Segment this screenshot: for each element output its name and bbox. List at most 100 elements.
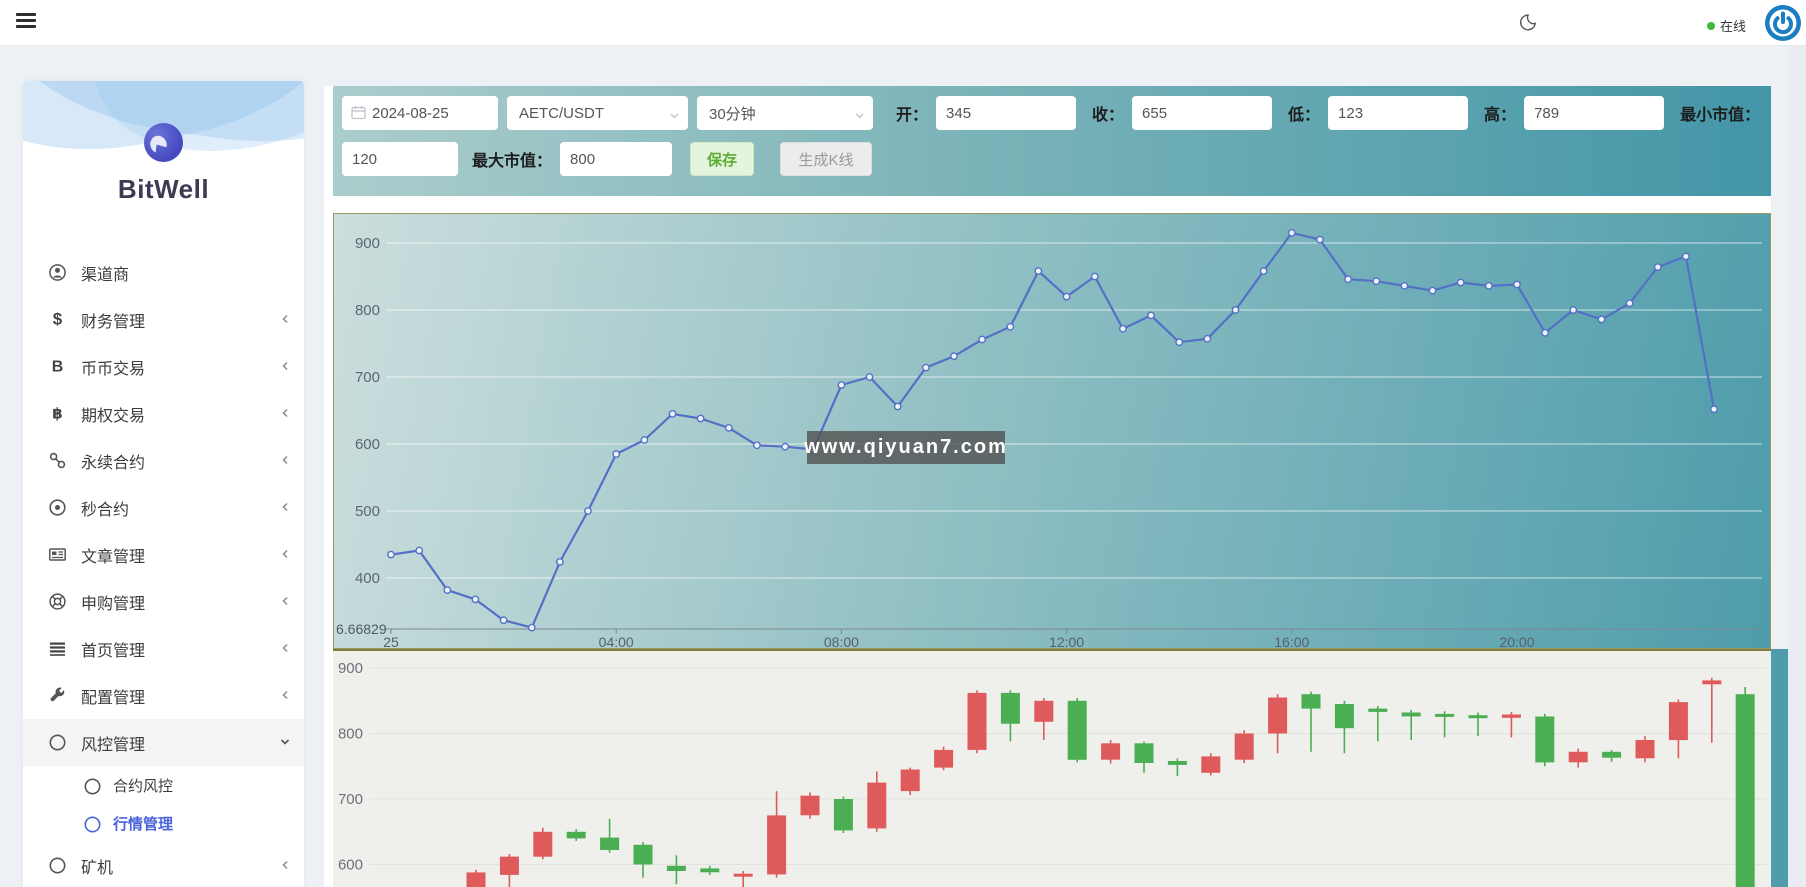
chevron-left-icon bbox=[280, 406, 291, 424]
link-icon bbox=[48, 451, 67, 470]
svg-text:400: 400 bbox=[355, 570, 380, 587]
high-label: 高： bbox=[1484, 101, 1516, 125]
sidebar-subitem-合约风控[interactable]: 合约风控 bbox=[23, 766, 304, 804]
sidebar-logo-block: BitWell bbox=[23, 81, 304, 238]
sidebar-item-5[interactable]: ฿ 期权交易 bbox=[23, 390, 304, 437]
svg-text:6.66829: 6.66829 bbox=[336, 621, 387, 637]
line-chart: 9008007006005004002504:0008:0012:0016:00… bbox=[334, 214, 1770, 648]
svg-text:700: 700 bbox=[338, 791, 363, 808]
sidebar-item-12[interactable]: 风控管理 bbox=[23, 719, 304, 766]
svg-text:20:00: 20:00 bbox=[1499, 634, 1534, 648]
dollar-icon: $ bbox=[48, 310, 67, 329]
chevron-left-icon bbox=[280, 500, 291, 518]
hamburger-menu-icon[interactable] bbox=[16, 13, 38, 31]
letter-b-icon: B bbox=[48, 357, 67, 376]
sidebar-item-11[interactable]: 配置管理 bbox=[23, 672, 304, 719]
lifering-icon bbox=[48, 592, 67, 611]
sidebar-item-8[interactable]: 文章管理 bbox=[23, 531, 304, 578]
brand-logo-icon bbox=[144, 123, 183, 162]
svg-text:500: 500 bbox=[355, 503, 380, 520]
sidebar-item-4[interactable]: B 币币交易 bbox=[23, 343, 304, 390]
chevron-left-icon bbox=[280, 312, 291, 330]
pair-select-value: AETC/USDT bbox=[519, 105, 604, 122]
svg-text:$: $ bbox=[53, 310, 63, 329]
interval-select[interactable]: 30分钟 bbox=[697, 96, 873, 130]
pair-select[interactable]: AETC/USDT bbox=[507, 96, 688, 130]
sidebar-subitem-行情管理[interactable]: 行情管理 bbox=[23, 804, 304, 842]
high-input[interactable] bbox=[1524, 96, 1664, 130]
circle-dot-icon bbox=[48, 498, 67, 517]
bitcoin-icon: ฿ bbox=[48, 404, 67, 423]
chevron-left-icon bbox=[280, 359, 291, 377]
low-label: 低： bbox=[1288, 101, 1320, 125]
sidebar-item-13[interactable]: 矿机 bbox=[23, 842, 304, 887]
svg-text:฿: ฿ bbox=[52, 406, 62, 423]
svg-text:08:00: 08:00 bbox=[824, 634, 859, 648]
sidebar-item-label: 永续合约 bbox=[81, 449, 145, 473]
svg-text:600: 600 bbox=[338, 857, 363, 874]
chevron-left-icon bbox=[280, 594, 291, 612]
max-cap-input[interactable] bbox=[560, 142, 672, 176]
sidebar-item-3[interactable]: $ 财务管理 bbox=[23, 296, 304, 343]
circle-icon bbox=[83, 777, 100, 794]
chevron-down-icon bbox=[669, 108, 680, 125]
generate-kline-button[interactable]: 生成K线 bbox=[780, 142, 872, 176]
logout-power-icon[interactable] bbox=[1763, 3, 1803, 43]
main-content: AETC/USDT 30分钟 开： 收： 低： 高： 最小市值： 最大市值： 保… bbox=[324, 86, 1771, 887]
wrench-icon bbox=[48, 686, 67, 705]
close-label: 收： bbox=[1092, 101, 1124, 125]
newspaper-icon bbox=[48, 545, 67, 564]
dark-mode-moon-icon[interactable] bbox=[1516, 12, 1538, 34]
watermark: www.qiyuan7.com bbox=[807, 431, 1005, 464]
circle-icon bbox=[83, 815, 100, 832]
sidebar-item-6[interactable]: 永续合约 bbox=[23, 437, 304, 484]
page-right-gutter bbox=[1788, 46, 1806, 887]
online-status: 在线 bbox=[1707, 16, 1746, 35]
circle-icon bbox=[48, 856, 67, 875]
online-status-label: 在线 bbox=[1720, 16, 1746, 35]
candlestick-chart-panel: 900 800 700 600 bbox=[333, 649, 1771, 887]
interval-select-value: 30分钟 bbox=[709, 103, 756, 124]
chevron-left-icon bbox=[280, 641, 291, 659]
close-input[interactable] bbox=[1132, 96, 1272, 130]
sidebar-item-7[interactable]: 秒合约 bbox=[23, 484, 304, 531]
toolbar-row-1: AETC/USDT 30分钟 开： 收： 低： 高： 最小市值： bbox=[342, 96, 1771, 130]
top-navbar: 在线 bbox=[0, 0, 1806, 46]
kline-toolbar: AETC/USDT 30分钟 开： 收： 低： 高： 最小市值： 最大市值： 保… bbox=[333, 86, 1771, 196]
date-picker[interactable] bbox=[342, 96, 498, 130]
sidebar-item-label: 首页管理 bbox=[81, 637, 145, 661]
open-label: 开： bbox=[896, 101, 928, 125]
online-status-dot bbox=[1707, 22, 1715, 30]
svg-text:800: 800 bbox=[338, 726, 363, 743]
candle-panel-right-strip bbox=[1771, 649, 1788, 887]
sidebar-item-label: 期权交易 bbox=[81, 402, 145, 426]
sidebar-item-label: 渠道商 bbox=[81, 261, 129, 285]
max-cap-label: 最大市值： bbox=[472, 147, 552, 171]
sidebar-item-2[interactable]: 渠道商 bbox=[23, 249, 304, 296]
sidebar-item-9[interactable]: 申购管理 bbox=[23, 578, 304, 625]
chevron-down-icon bbox=[854, 108, 865, 125]
svg-text:16:00: 16:00 bbox=[1274, 634, 1309, 648]
svg-text:900: 900 bbox=[355, 235, 380, 252]
save-button[interactable]: 保存 bbox=[690, 142, 754, 176]
brand-name: BitWell bbox=[23, 174, 304, 205]
sidebar-item-label: 配置管理 bbox=[81, 684, 145, 708]
svg-text:900: 900 bbox=[338, 660, 363, 677]
sidebar-subitem-label: 行情管理 bbox=[113, 813, 173, 834]
line-chart-panel: 9008007006005004002504:0008:0012:0016:00… bbox=[333, 213, 1771, 649]
sidebar-menu: 代理管理渠道商$财务管理B币币交易฿期权交易永续合约秒合约文章管理申购管理首页管… bbox=[23, 202, 304, 887]
sidebar-item-10[interactable]: 首页管理 bbox=[23, 625, 304, 672]
chevron-left-icon bbox=[280, 688, 291, 706]
chevron-left-icon bbox=[280, 547, 291, 565]
sidebar-subitem-label: 合约风控 bbox=[113, 775, 173, 796]
sidebar-item-label: 财务管理 bbox=[81, 308, 145, 332]
list-icon bbox=[48, 639, 67, 658]
svg-text:600: 600 bbox=[355, 436, 380, 453]
min-cap-input[interactable] bbox=[342, 142, 458, 176]
open-input[interactable] bbox=[936, 96, 1076, 130]
svg-text:B: B bbox=[52, 359, 64, 376]
sidebar-item-label: 币币交易 bbox=[81, 355, 145, 379]
user-circle-icon bbox=[48, 263, 67, 282]
chevron-left-icon bbox=[280, 858, 291, 876]
low-input[interactable] bbox=[1328, 96, 1468, 130]
